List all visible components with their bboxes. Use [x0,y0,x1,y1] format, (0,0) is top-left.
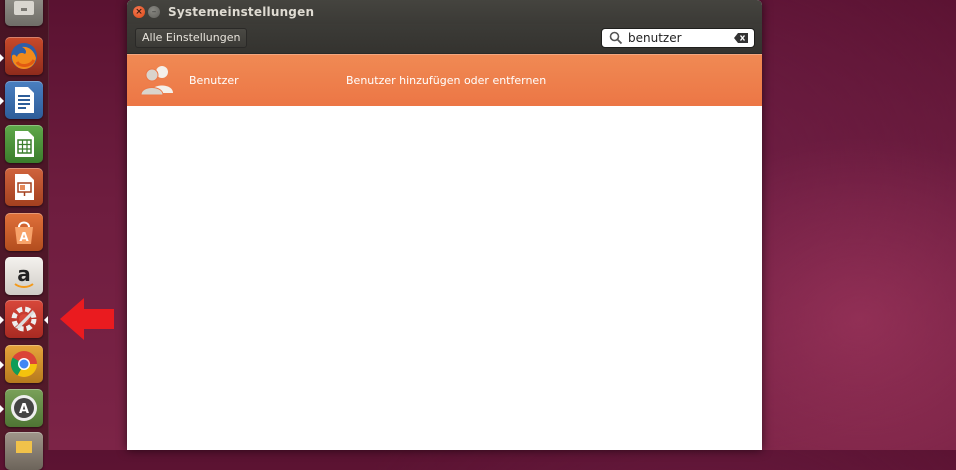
minimize-window-button[interactable]: – [148,6,160,18]
system-settings-icon [11,306,37,332]
launcher-item-workspace[interactable] [5,432,43,470]
users-icon [140,66,173,96]
clear-text-icon[interactable] [734,32,748,44]
libreoffice-calc-icon [15,131,34,157]
launcher-item-amazon[interactable]: a [5,257,43,295]
launcher-item-files[interactable] [5,0,43,26]
search-box[interactable] [601,28,755,48]
minimize-icon: – [151,7,157,17]
svg-text:A: A [19,402,29,417]
launcher-item-software-center[interactable]: A [5,213,43,251]
workspace-icon [16,441,32,453]
amazon-icon: a [14,262,34,288]
launcher-running-indicator [0,54,4,62]
firefox-icon [11,43,37,70]
launcher-running-indicator [0,405,4,413]
result-description: Benutzer hinzufügen oder entfernen [346,73,547,87]
close-window-button[interactable]: × [133,6,145,18]
launcher-focused-indicator [44,316,48,324]
search-input[interactable] [624,31,728,45]
launcher-running-indicator [0,316,4,324]
search-icon [609,31,623,45]
launcher-item-calc[interactable] [5,125,43,163]
system-settings-window: × – Systemeinstellungen Alle Einstellung… [127,0,762,450]
close-icon: × [135,7,143,17]
window-title: Systemeinstellungen [168,5,315,19]
launcher-running-indicator [0,97,4,105]
launcher-item-writer[interactable] [5,81,43,119]
svg-text:A: A [19,230,29,244]
software-center-icon: A [15,221,33,244]
chrome-icon [10,351,38,378]
launcher-item-chrome[interactable] [5,345,43,383]
result-name: Benutzer [189,73,239,87]
launcher: A a A [0,0,49,470]
libreoffice-impress-icon [15,174,34,200]
toolbar: Alle Einstellungen [127,24,762,54]
libreoffice-writer-icon [15,87,34,113]
result-item-users[interactable]: Benutzer Benutzer hinzufügen oder entfer… [127,54,762,106]
svg-text:a: a [17,262,31,286]
red-arrow-icon [60,298,114,340]
launcher-item-impress[interactable] [5,168,43,206]
software-updater-icon: A [11,395,37,421]
launcher-item-system-settings[interactable] [5,300,43,338]
all-settings-button[interactable]: Alle Einstellungen [135,28,248,48]
files-icon [14,1,34,15]
launcher-item-firefox[interactable] [5,37,43,75]
launcher-running-indicator [0,361,4,369]
window-titlebar: × – Systemeinstellungen [127,0,762,24]
launcher-item-software-updater[interactable]: A [5,389,43,427]
